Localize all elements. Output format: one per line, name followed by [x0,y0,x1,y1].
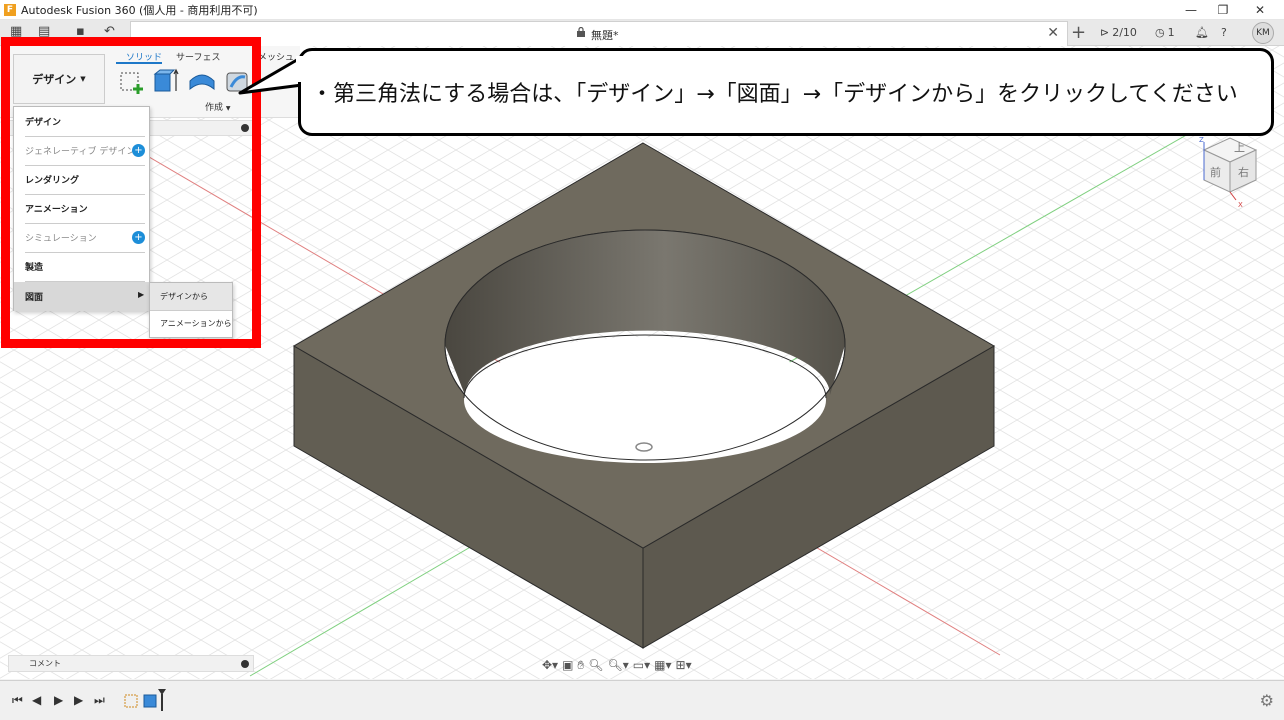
bell-icon[interactable]: 🔔︎ [1195,26,1209,39]
help-icon[interactable]: ? [1221,26,1227,39]
step-forward-icon[interactable]: ▶ [74,693,83,707]
view-cube[interactable]: 上 前 右 Z X [1196,134,1264,210]
step-back-icon[interactable]: ◀ [32,693,41,707]
comments-panel[interactable]: コメント [8,655,254,672]
axis-z-label: Z [1199,136,1204,144]
menu-item-render[interactable]: レンダリング [14,165,149,194]
menu-item-label: 図面 [25,293,44,303]
collapse-panel-icon[interactable] [241,124,249,132]
revolve-icon[interactable] [188,67,216,95]
cube-face-right[interactable]: 右 [1238,165,1249,179]
lock-icon [577,27,585,37]
add-extension-icon[interactable]: + [132,144,145,157]
timeline-sketch-icon[interactable] [124,694,138,708]
menu-item-generative-design[interactable]: ジェネレーティブ デザイン + [14,136,149,165]
clock-icon: ◷ [1155,26,1165,39]
pan-icon[interactable]: ✋︎ [577,658,584,673]
submenu-item-from-design[interactable]: デザインから [150,283,232,310]
undo-icon[interactable]: ↶ [104,24,115,39]
create-sketch-icon[interactable] [118,67,146,95]
close-window-button[interactable]: ✕ [1245,0,1275,20]
active-tab-indicator [116,62,162,64]
display-settings-icon[interactable]: ▭▾ [633,658,650,672]
menu-item-design[interactable]: デザイン [14,107,149,136]
create-menu[interactable]: 作成 ▼ [205,100,231,113]
create-label: 作成 [205,103,224,113]
submenu-item-from-animation[interactable]: アニメーションから [150,310,232,337]
callout-text: ・第三角法にする場合は、「デザイン」→「図面」→「デザインから」をクリックしてく… [311,82,1238,107]
app-grid-icon[interactable]: ▦ [10,24,22,39]
menu-item-manufacture[interactable]: 製造 [14,252,149,281]
drawing-submenu: デザインから アニメーションから [149,282,233,338]
cube-face-front[interactable]: 前 [1210,165,1221,179]
file-menu-icon[interactable]: ▤ [38,24,50,39]
new-tab-button[interactable]: + [1071,22,1086,43]
submenu-item-label: デザインから [160,292,208,301]
axis-x-label: X [1238,201,1243,209]
workspace-label: デザイン [32,73,77,86]
zoom-icon[interactable]: 🔍︎ [588,658,603,672]
go-to-start-icon[interactable]: ⏮ [12,693,23,708]
menu-item-label: アニメーション [25,205,88,215]
play-icon[interactable]: ▶ [54,693,63,707]
document-tab[interactable]: 無題* ✕ [130,21,1068,46]
minimize-button[interactable]: — [1176,0,1206,20]
restore-button[interactable]: ❐ [1208,0,1238,20]
job-status-icon: ⊳ [1100,26,1110,39]
instruction-callout: ・第三角法にする場合は、「デザイン」→「図面」→「デザインから」をクリックしてく… [298,48,1274,136]
title-bar: F Autodesk Fusion 360 (個人用 - 商用利用不可) — ❐… [0,0,1284,20]
close-tab-button[interactable]: ✕ [1047,25,1059,41]
fit-icon[interactable]: 🔍︎▾ [608,658,629,672]
menu-item-label: レンダリング [25,176,80,186]
menu-item-simulation[interactable]: シミュレーション + [14,223,149,252]
extrude-icon[interactable] [152,67,180,95]
avatar[interactable]: KM [1252,22,1274,44]
menu-item-label: シミュレーション [25,234,97,244]
job-status[interactable]: ⊳ 2/10 [1100,26,1137,39]
window-title: Autodesk Fusion 360 (個人用 - 商用利用不可) [21,3,258,17]
cube-face-top[interactable]: 上 [1234,141,1245,154]
canvas-viewport[interactable] [0,46,1284,679]
menu-item-label: デザイン [25,118,62,128]
go-to-end-icon[interactable]: ⏭ [94,693,105,708]
viewports-icon[interactable]: ⊞▾ [676,658,692,672]
tab-bar: ▦ ▤ ▪ ↶ 無題* ✕ + ⊳ 2/10 ◷ 1 🔔︎ ? KM [0,20,1284,46]
fusion-app-icon: F [4,3,16,16]
callout-pointer-joint [296,56,304,82]
document-title: 無題* [591,29,619,42]
hole-opening [464,337,826,463]
menu-item-animation[interactable]: アニメーション [14,194,149,223]
look-at-icon[interactable]: ▣ [562,658,573,672]
add-extension-icon[interactable]: + [132,231,145,244]
timeline-extrude-icon[interactable] [143,694,157,708]
orbit-icon[interactable]: ✥▾ [542,658,558,672]
submenu-item-label: アニメーションから [160,319,232,328]
comments-label: コメント [29,659,61,668]
navigation-bar: ✥▾ ▣ ✋︎ 🔍︎ 🔍︎▾ ▭▾ ▦▾ ⊞▾ [542,656,742,674]
chevron-down-icon: ▼ [80,75,86,83]
notifications[interactable]: ◷ 1 [1155,26,1175,39]
add-comment-icon[interactable] [241,660,249,668]
chevron-down-icon: ▼ [225,105,231,112]
gear-icon[interactable]: ⚙ [1260,691,1274,710]
job-status-count: 2/10 [1112,26,1137,39]
timeline-features [124,689,166,711]
menu-item-label: 製造 [25,263,44,273]
menu-item-drawing[interactable]: 図面 ▶ [14,282,149,311]
notifications-count: 1 [1167,26,1175,39]
timeline: ⏮ ◀ ▶ ▶ ⏭ ⚙ [0,680,1284,720]
chevron-right-icon: ▶ [138,290,145,299]
viewport-scene [0,46,1284,679]
workspace-dropdown-menu: デザイン ジェネレーティブ デザイン + レンダリング アニメーション シミュレ… [13,106,150,311]
tab-surface[interactable]: サーフェス [176,50,220,63]
workspace-switcher-button[interactable]: デザイン ▼ [13,54,105,104]
save-icon[interactable]: ▪ [76,24,85,39]
menu-item-label: ジェネレーティブ デザイン [25,147,136,157]
grid-settings-icon[interactable]: ▦▾ [654,658,671,672]
